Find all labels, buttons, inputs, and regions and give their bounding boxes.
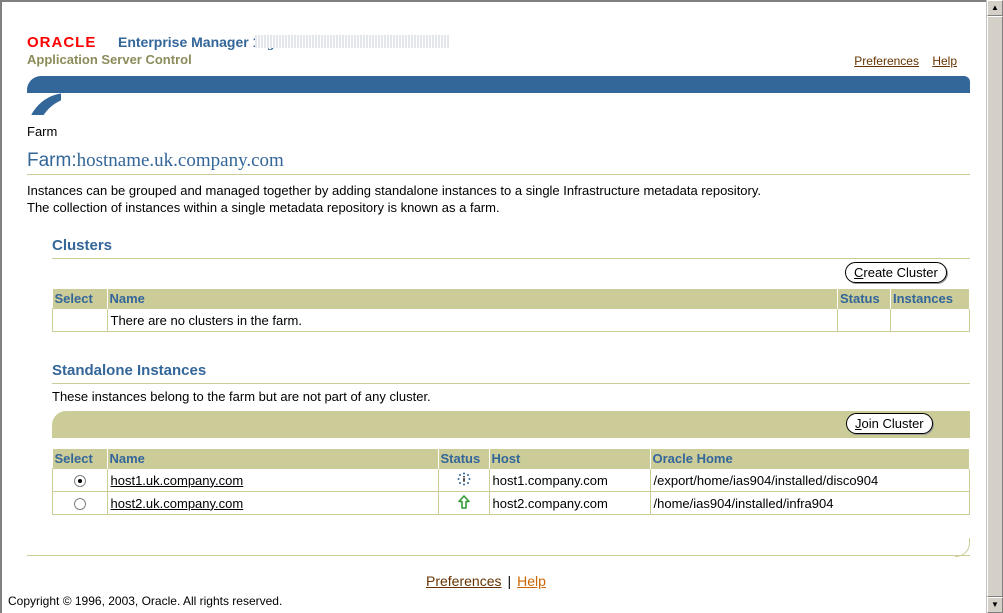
empty-instances-cell (890, 308, 970, 332)
row-name-cell: host1.uk.company.com (106, 468, 439, 492)
brand-band-curve (27, 93, 61, 115)
product-name-text: Enterprise Manager 10 (118, 34, 269, 50)
table-row: host2.uk.company.com host2.company.com /… (52, 491, 970, 515)
clusters-table: Select Name Status Instances There are n… (52, 289, 970, 332)
create-cluster-mnemonic: C (854, 265, 864, 280)
clusters-table-header: Select Name Status Instances (52, 289, 970, 309)
oracle-logo: ORACLE (27, 34, 97, 51)
page-description: Instances can be grouped and managed tog… (27, 182, 977, 216)
row-radio-selected[interactable] (73, 475, 86, 488)
col-status[interactable]: Status (837, 289, 891, 309)
col-name[interactable]: Name (107, 289, 838, 309)
footer-divider (27, 555, 970, 556)
scroll-up-button[interactable]: ▲ (987, 0, 1003, 16)
create-cluster-button[interactable]: Create Cluster (845, 262, 947, 283)
row-radio[interactable] (73, 498, 86, 511)
standalone-action-bar (52, 411, 970, 438)
scroll-down-button[interactable]: ▼ (987, 597, 1003, 613)
copyright: Copyright © 1996, 2003, Oracle. All righ… (8, 594, 283, 608)
brand-band (27, 76, 970, 93)
col-oracle-home[interactable]: Oracle Home (650, 449, 970, 469)
footer-separator: | (507, 573, 512, 589)
row-status-cell (437, 491, 490, 515)
scroll-thumb[interactable] (987, 16, 1003, 597)
col-select[interactable]: Select (52, 289, 108, 309)
instances-table: Select Name Status Host Oracle Home host… (52, 449, 970, 515)
page-title: Farm:hostname.uk.company.com (27, 150, 284, 172)
col-instances[interactable]: Instances (890, 289, 970, 309)
row-oracle-home-cell: /home/ias904/installed/infra904 (649, 491, 970, 515)
col-host[interactable]: Host (489, 449, 651, 469)
create-cluster-label: reate Cluster (863, 265, 938, 280)
product-name: Enterprise Manager 10g (118, 34, 275, 52)
table-row: There are no clusters in the farm. (52, 308, 970, 332)
product-subtitle: Application Server Control (27, 52, 192, 67)
description-line-1: Instances can be grouped and managed tog… (27, 183, 762, 198)
row-host-cell: host2.company.com (488, 491, 651, 515)
row-select-cell (52, 491, 108, 515)
instances-table-header: Select Name Status Host Oracle Home (52, 449, 970, 469)
table-row: host1.uk.company.com host1.company.com /… (52, 468, 970, 492)
row-name-cell: host2.uk.company.com (106, 491, 439, 515)
join-cluster-button[interactable]: Join Cluster (846, 413, 933, 434)
standalone-heading: Standalone Instances (52, 362, 207, 379)
empty-message: There are no clusters in the farm. (106, 308, 838, 332)
preferences-link[interactable]: Preferences (854, 54, 919, 68)
col-name[interactable]: Name (107, 449, 439, 469)
breadcrumb: Farm (27, 124, 58, 139)
footer-help-link[interactable]: Help (517, 573, 546, 589)
footer-links: Preferences | Help (426, 573, 546, 589)
row-oracle-home-cell: /export/home/ias904/installed/disco904 (649, 468, 970, 492)
clusters-divider (52, 258, 970, 259)
status-unknown-icon (457, 472, 471, 486)
description-line-2: The collection of instances within a sin… (27, 200, 500, 215)
page-title-prefix: Farm: (27, 150, 77, 171)
standalone-divider (52, 383, 970, 384)
instance-link[interactable]: host2.uk.company.com (111, 496, 244, 511)
standalone-description: These instances belong to the farm but a… (52, 389, 431, 404)
row-status-cell (437, 468, 490, 492)
footer-preferences-link[interactable]: Preferences (426, 573, 501, 589)
instance-link[interactable]: host1.uk.company.com (111, 473, 244, 488)
help-link[interactable]: Help (932, 54, 957, 68)
clusters-heading: Clusters (52, 237, 113, 254)
page-title-host: hostname.uk.company.com (76, 150, 284, 171)
col-select[interactable]: Select (52, 449, 108, 469)
up-arrow-icon (457, 494, 470, 509)
empty-select-cell (52, 308, 108, 332)
logo-decoration (255, 35, 450, 48)
row-select-cell (52, 468, 108, 492)
title-divider (27, 174, 970, 175)
row-host-cell: host1.company.com (488, 468, 651, 492)
empty-status-cell (837, 308, 891, 332)
col-status[interactable]: Status (438, 449, 490, 469)
vertical-scrollbar[interactable]: ▲ ▼ (986, 0, 1003, 613)
join-cluster-label: oin Cluster (861, 416, 924, 431)
global-links: Preferences Help (844, 54, 957, 68)
